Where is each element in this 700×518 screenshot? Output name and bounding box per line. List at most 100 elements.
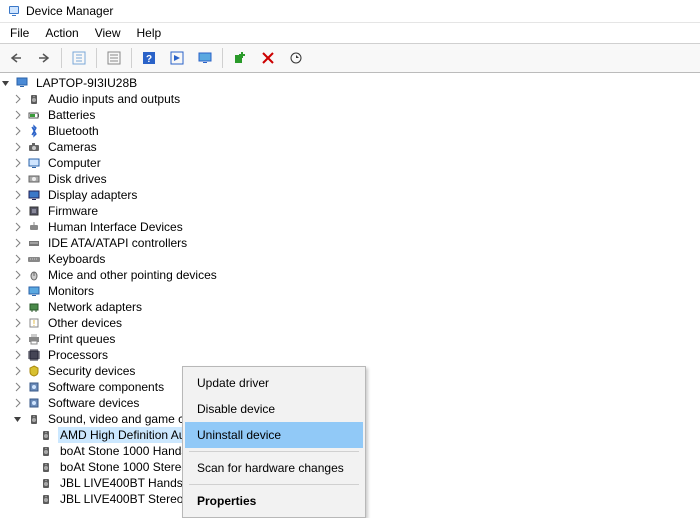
expand-arrow-icon[interactable] xyxy=(12,365,24,377)
tree-item-label: boAt Stone 1000 Hands xyxy=(58,443,189,459)
app-icon xyxy=(6,3,22,19)
remove-button[interactable] xyxy=(255,46,281,70)
bluetooth-icon xyxy=(26,123,42,139)
speaker-icon xyxy=(38,459,54,475)
svg-text:?: ? xyxy=(146,54,152,65)
menu-action[interactable]: Action xyxy=(37,25,86,41)
tree-item-label: Disk drives xyxy=(46,171,109,187)
tree-item-label: Security devices xyxy=(46,363,137,379)
speaker-icon xyxy=(38,427,54,443)
tree-category[interactable]: Mice and other pointing devices xyxy=(0,267,700,283)
disk-icon xyxy=(26,171,42,187)
expand-arrow-icon[interactable] xyxy=(12,317,24,329)
tree-item-label: Computer xyxy=(46,155,103,171)
menu-help[interactable]: Help xyxy=(129,25,170,41)
collapse-arrow-icon[interactable] xyxy=(12,413,24,425)
tree-category[interactable]: IDE ATA/ATAPI controllers xyxy=(0,235,700,251)
tree-item-label: Firmware xyxy=(46,203,100,219)
tree-category[interactable]: Keyboards xyxy=(0,251,700,267)
help-button[interactable]: ? xyxy=(136,46,162,70)
speaker-icon xyxy=(26,91,42,107)
add-driver-button[interactable] xyxy=(227,46,253,70)
tree-item-label: boAt Stone 1000 Stereo xyxy=(58,459,190,475)
svg-text:!: ! xyxy=(33,319,35,328)
update-button[interactable] xyxy=(283,46,309,70)
tree-category[interactable]: Monitors xyxy=(0,283,700,299)
tree-category[interactable]: Disk drives xyxy=(0,171,700,187)
context-item[interactable]: Uninstall device xyxy=(185,422,363,448)
expand-arrow-icon[interactable] xyxy=(12,189,24,201)
tree-category[interactable]: Network adapters xyxy=(0,299,700,315)
expand-arrow-icon[interactable] xyxy=(12,397,24,409)
expand-arrow-icon[interactable] xyxy=(12,205,24,217)
tree-category[interactable]: Human Interface Devices xyxy=(0,219,700,235)
expand-arrow-icon[interactable] xyxy=(12,349,24,361)
properties-button[interactable] xyxy=(101,46,127,70)
tree-item-label: JBL LIVE400BT Stereo xyxy=(58,491,185,507)
camera-icon xyxy=(26,139,42,155)
back-button[interactable] xyxy=(3,46,29,70)
hid-icon xyxy=(26,219,42,235)
tree-item-label: Mice and other pointing devices xyxy=(46,267,219,283)
scan-button[interactable] xyxy=(164,46,190,70)
expand-arrow-icon[interactable] xyxy=(12,141,24,153)
tree-category[interactable]: Processors xyxy=(0,347,700,363)
tree-category[interactable]: Display adapters xyxy=(0,187,700,203)
display-icon xyxy=(26,187,42,203)
print-icon xyxy=(26,331,42,347)
expand-arrow-icon[interactable] xyxy=(12,109,24,121)
expand-arrow-icon xyxy=(24,493,36,505)
keyboard-icon xyxy=(26,251,42,267)
toolbar-separator xyxy=(222,48,223,68)
expand-arrow-icon[interactable] xyxy=(12,157,24,169)
speaker-icon xyxy=(38,443,54,459)
expand-arrow-icon[interactable] xyxy=(12,221,24,233)
expand-arrow-icon[interactable] xyxy=(12,285,24,297)
tree-item-label: AMD High Definition Au xyxy=(58,427,187,443)
expand-arrow-icon[interactable] xyxy=(12,125,24,137)
expand-arrow-icon[interactable] xyxy=(12,253,24,265)
tree-category[interactable]: !Other devices xyxy=(0,315,700,331)
toolbar-separator xyxy=(131,48,132,68)
tree-root[interactable]: LAPTOP-9I3IU28B xyxy=(0,75,700,91)
tree-category[interactable]: Firmware xyxy=(0,203,700,219)
show-hide-tree-button[interactable] xyxy=(66,46,92,70)
speaker-icon xyxy=(26,411,42,427)
toolbar-separator xyxy=(61,48,62,68)
menu-view[interactable]: View xyxy=(87,25,129,41)
toolbar-separator xyxy=(96,48,97,68)
tree-item-label: Monitors xyxy=(46,283,96,299)
speaker-icon xyxy=(38,475,54,491)
tree-category[interactable]: Bluetooth xyxy=(0,123,700,139)
tree-category[interactable]: Batteries xyxy=(0,107,700,123)
chip-icon xyxy=(26,203,42,219)
tree-category[interactable]: Cameras xyxy=(0,139,700,155)
expand-arrow-icon[interactable] xyxy=(12,333,24,345)
tree-category[interactable]: Computer xyxy=(0,155,700,171)
expand-arrow-icon[interactable] xyxy=(12,269,24,281)
monitor-button[interactable] xyxy=(192,46,218,70)
swd-icon xyxy=(26,395,42,411)
expand-arrow-icon[interactable] xyxy=(12,301,24,313)
context-item[interactable]: Disable device xyxy=(185,396,363,422)
context-item[interactable]: Update driver xyxy=(185,370,363,396)
mouse-icon xyxy=(26,267,42,283)
expand-arrow-icon xyxy=(24,477,36,489)
expand-arrow-icon[interactable] xyxy=(12,237,24,249)
expand-arrow-icon xyxy=(24,461,36,473)
context-item[interactable]: Properties xyxy=(185,488,363,514)
expand-arrow-icon[interactable] xyxy=(12,173,24,185)
tree-category[interactable]: Print queues xyxy=(0,331,700,347)
menu-file[interactable]: File xyxy=(2,25,37,41)
forward-button[interactable] xyxy=(31,46,57,70)
tree-item-label: Audio inputs and outputs xyxy=(46,91,182,107)
context-separator xyxy=(189,451,359,452)
context-item[interactable]: Scan for hardware changes xyxy=(185,455,363,481)
collapse-arrow-icon[interactable] xyxy=(0,77,12,89)
expand-arrow-icon[interactable] xyxy=(12,93,24,105)
tree-item-label: Software components xyxy=(46,379,166,395)
tree-category[interactable]: Audio inputs and outputs xyxy=(0,91,700,107)
tree-item-label: IDE ATA/ATAPI controllers xyxy=(46,235,189,251)
tree-item-label: Keyboards xyxy=(46,251,107,267)
expand-arrow-icon[interactable] xyxy=(12,381,24,393)
